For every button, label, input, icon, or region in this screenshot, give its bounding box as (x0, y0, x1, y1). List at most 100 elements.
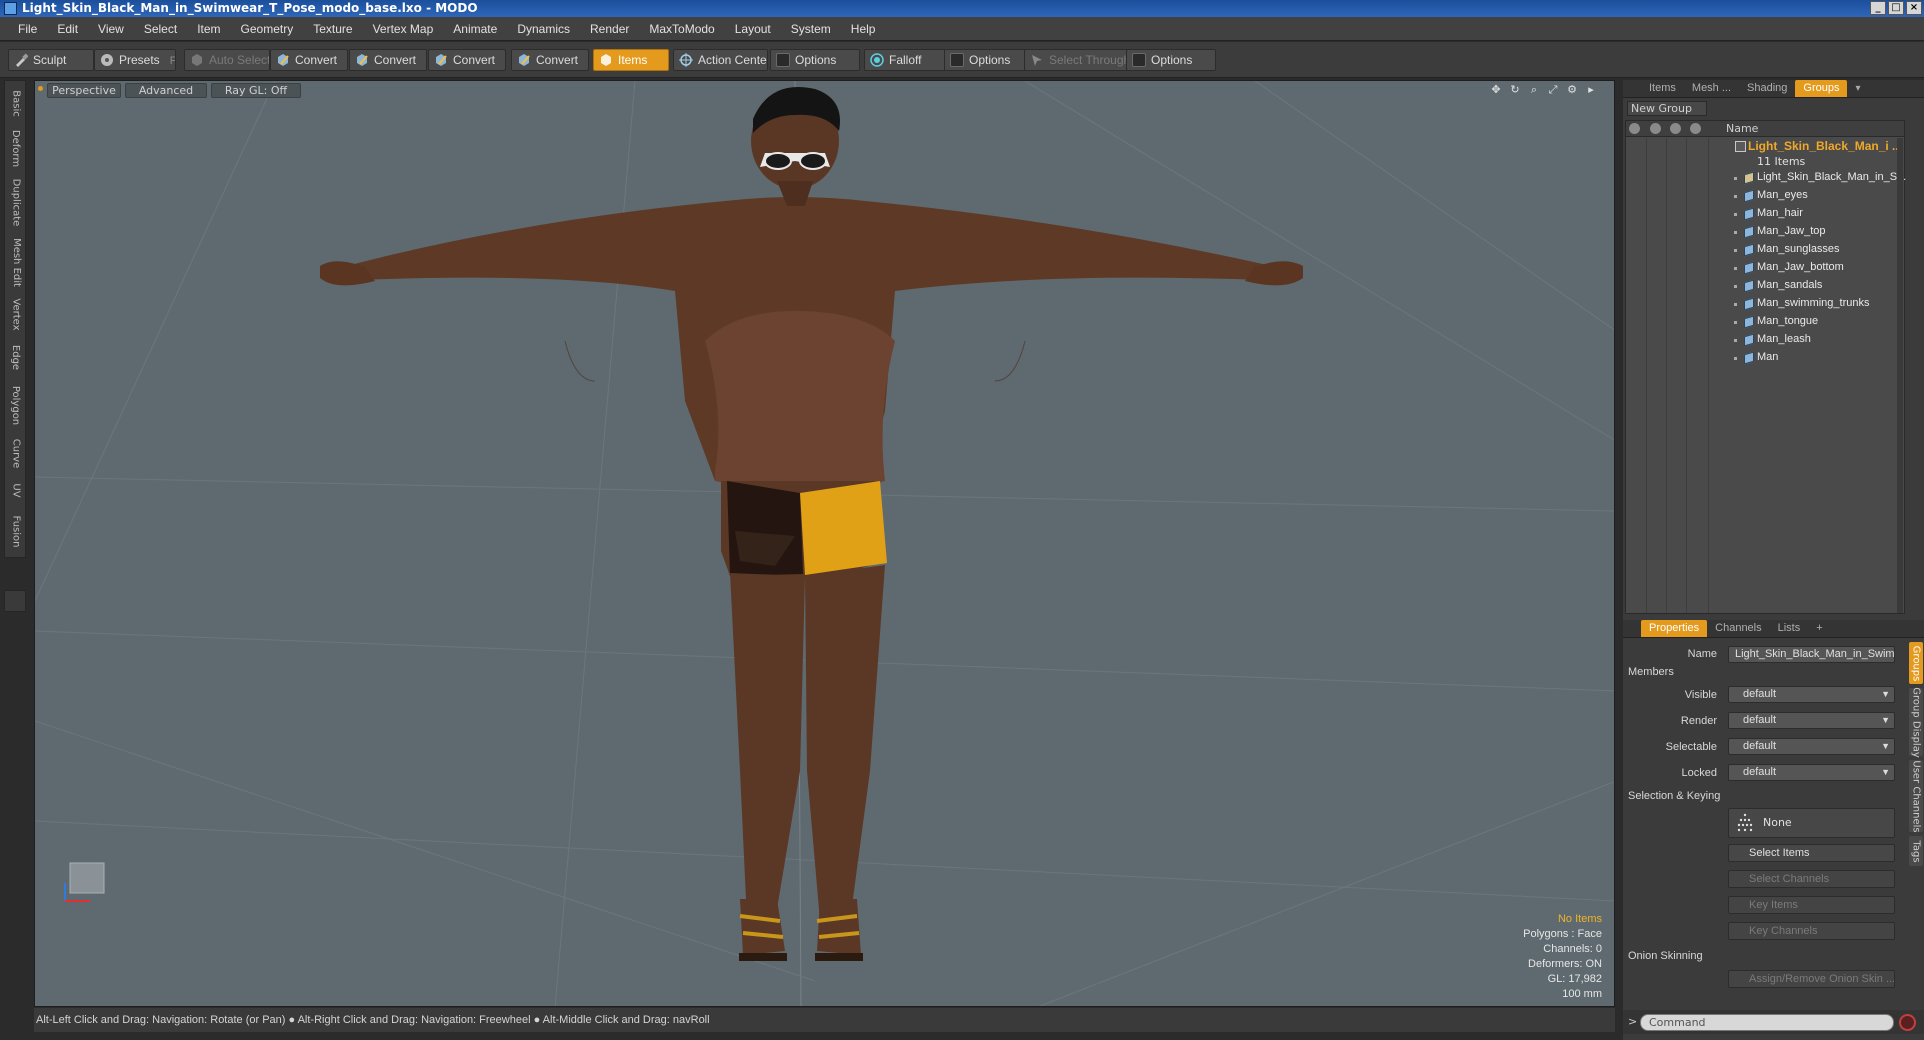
tab-basic[interactable]: Basic (5, 83, 27, 123)
options-button-1[interactable]: Options (770, 49, 860, 71)
gear-icon[interactable]: ⚙ (1565, 83, 1579, 97)
command-input[interactable]: Command (1640, 1014, 1894, 1031)
tab-uv[interactable]: UV (5, 475, 27, 505)
menu-dynamics[interactable]: Dynamics (507, 17, 580, 41)
selectable-column-icon[interactable] (1670, 123, 1681, 134)
convert-items-button[interactable]: Convert (511, 49, 589, 71)
side-tab-group-display[interactable]: Group Display (1909, 687, 1923, 757)
sculpt-button[interactable]: Sculpt (8, 49, 94, 71)
add-tab-button[interactable]: + (1808, 620, 1830, 637)
action-center-button[interactable]: Action Center (673, 49, 768, 71)
tab-mesh[interactable]: Mesh ... (1684, 80, 1739, 97)
fit-icon[interactable]: ⤢ (1546, 83, 1560, 97)
zoom-icon[interactable]: ⌕ (1527, 83, 1541, 97)
view-mode-dropdown[interactable]: Perspective (47, 83, 121, 98)
select-items-button[interactable]: Select Items (1728, 844, 1895, 862)
menu-view[interactable]: View (88, 17, 134, 41)
menu-vertex-map[interactable]: Vertex Map (363, 17, 444, 41)
auto-select-button[interactable]: Auto Select (184, 49, 270, 71)
key-channels-button[interactable]: Key Channels (1728, 922, 1895, 940)
tab-properties[interactable]: Properties (1641, 620, 1708, 637)
members-section-header[interactable]: Members (1628, 666, 1674, 678)
tab-curve[interactable]: Curve (5, 433, 27, 473)
name-column-header[interactable]: Name (1726, 122, 1758, 135)
tool-palette-button[interactable] (4, 590, 26, 612)
render-dropdown[interactable]: default ▼ (1728, 712, 1895, 729)
render-column-icon[interactable] (1650, 123, 1661, 134)
list-item[interactable]: Light_Skin_Black_Man_in_S... (1626, 169, 1906, 187)
menu-animate[interactable]: Animate (443, 17, 507, 41)
list-item[interactable]: Man_sandals (1626, 277, 1904, 295)
3d-viewport[interactable]: Perspective Advanced Ray GL: Off ✥ ↻ ⌕ ⤢… (34, 80, 1615, 1007)
tab-shading[interactable]: Shading (1739, 80, 1795, 97)
rotate-icon[interactable]: ↻ (1508, 83, 1522, 97)
raygl-toggle[interactable]: Ray GL: Off (211, 83, 301, 98)
lock-column-icon[interactable] (1690, 123, 1701, 134)
menu-render[interactable]: Render (580, 17, 639, 41)
list-item[interactable]: Man_eyes (1626, 187, 1904, 205)
options-button-2[interactable]: Options (944, 49, 1028, 71)
select-channels-button[interactable]: Select Channels (1728, 870, 1895, 888)
menu-help[interactable]: Help (841, 17, 886, 41)
expand-arrow-icon[interactable]: ▸ (1584, 83, 1598, 97)
side-tab-groups[interactable]: Groups (1909, 642, 1923, 684)
tab-groups[interactable]: Groups (1795, 80, 1848, 97)
menu-maxtomodo[interactable]: MaxToModo (639, 17, 724, 41)
tab-edge[interactable]: Edge (5, 337, 27, 377)
maximize-button[interactable]: □ (1888, 1, 1904, 15)
list-item[interactable]: Man_sunglasses (1626, 241, 1904, 259)
command-execute-button[interactable] (1899, 1014, 1916, 1031)
menu-file[interactable]: File (8, 17, 47, 41)
list-item[interactable]: Man_swimming_trunks (1626, 295, 1904, 313)
select-through-button[interactable]: Select Through (1024, 49, 1130, 71)
minimize-button[interactable]: _ (1870, 1, 1886, 15)
menu-geometry[interactable]: Geometry (231, 17, 304, 41)
assign-onion-skin-button[interactable]: Assign/Remove Onion Skin ... (1728, 970, 1895, 988)
selectable-dropdown[interactable]: default ▼ (1728, 738, 1895, 755)
new-group-button[interactable]: New Group (1627, 101, 1707, 116)
menu-system[interactable]: System (781, 17, 841, 41)
tab-menu-arrow-icon[interactable]: ▾ (1855, 83, 1860, 94)
convert-edges-button[interactable]: Convert (349, 49, 427, 71)
side-tab-user-channels[interactable]: User Channels (1909, 760, 1923, 832)
menu-edit[interactable]: Edit (47, 17, 88, 41)
list-item[interactable]: Man (1626, 349, 1904, 367)
selection-keying-section-header[interactable]: Selection & Keying (1628, 790, 1720, 802)
list-item[interactable]: Man_tongue (1626, 313, 1904, 331)
falloff-button[interactable]: Falloff (864, 49, 948, 71)
tab-items[interactable]: Items (1641, 80, 1684, 97)
list-item[interactable]: Man_Jaw_bottom (1626, 259, 1904, 277)
list-item[interactable]: Man_Jaw_top (1626, 223, 1904, 241)
tab-mesh-edit[interactable]: Mesh Edit (5, 233, 27, 291)
menu-select[interactable]: Select (134, 17, 187, 41)
convert-vertices-button[interactable]: Convert (270, 49, 348, 71)
list-item[interactable]: Man_leash (1626, 331, 1904, 349)
onion-skinning-section-header[interactable]: Onion Skinning (1628, 950, 1703, 962)
options-button-3[interactable]: Options (1126, 49, 1216, 71)
tab-deform[interactable]: Deform (5, 125, 27, 171)
pan-icon[interactable]: ✥ (1489, 83, 1503, 97)
menu-layout[interactable]: Layout (725, 17, 781, 41)
visibility-column-icon[interactable] (1629, 123, 1640, 134)
tab-duplicate[interactable]: Duplicate (5, 173, 27, 231)
tab-vertex[interactable]: Vertex (5, 293, 27, 335)
menu-item[interactable]: Item (187, 17, 230, 41)
group-row[interactable]: Light_Skin_Black_Man_i ... 11 Items (1626, 138, 1904, 170)
locked-dropdown[interactable]: default ▼ (1728, 764, 1895, 781)
visible-dropdown[interactable]: default ▼ (1728, 686, 1895, 703)
shading-mode-dropdown[interactable]: Advanced (125, 83, 207, 98)
convert-polygons-button[interactable]: Convert (428, 49, 506, 71)
close-button[interactable]: × (1906, 1, 1922, 15)
menu-texture[interactable]: Texture (303, 17, 362, 41)
tab-polygon[interactable]: Polygon (5, 379, 27, 431)
none-selection-button[interactable]: None (1728, 808, 1895, 838)
tab-fusion[interactable]: Fusion (5, 507, 27, 555)
side-tab-tags[interactable]: Tags (1909, 836, 1923, 866)
key-items-button[interactable]: Key Items (1728, 896, 1895, 914)
outliner-scrollbar[interactable] (1897, 138, 1903, 613)
list-item[interactable]: Man_hair (1626, 205, 1904, 223)
name-field[interactable]: Light_Skin_Black_Man_in_Swimw (1728, 646, 1895, 663)
tab-lists[interactable]: Lists (1770, 620, 1809, 637)
items-mode-button[interactable]: Items (593, 49, 669, 71)
presets-button[interactable]: Presets F6 (94, 49, 176, 71)
